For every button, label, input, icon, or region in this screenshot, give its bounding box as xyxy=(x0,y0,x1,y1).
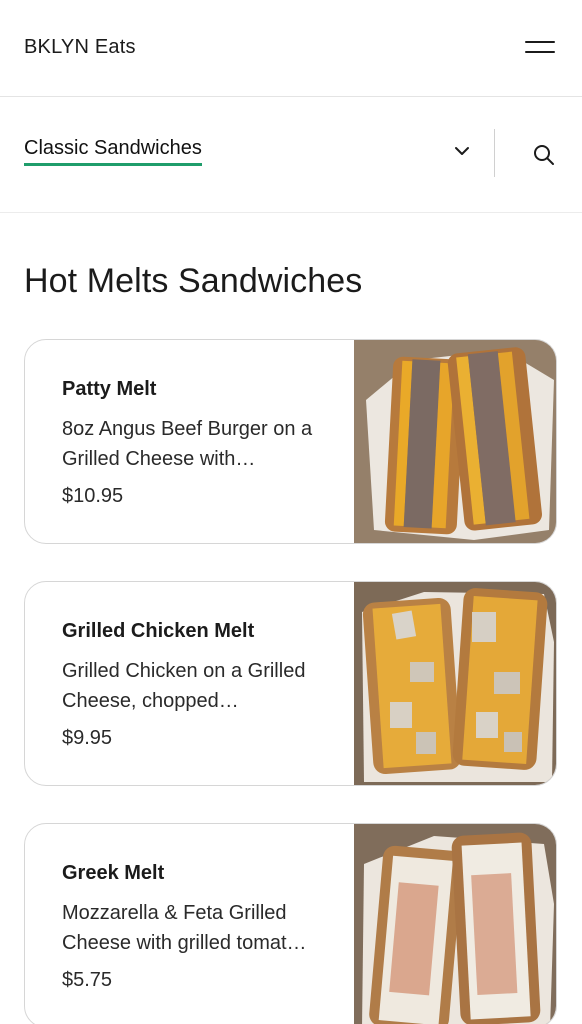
category-dropdown[interactable]: Classic Sandwiches xyxy=(24,133,476,173)
menu-item-description: Grilled Chicken on a Grilled Cheese, cho… xyxy=(62,660,306,712)
menu-item-card[interactable]: Greek Melt Mozzarella & Feta Grilled Che… xyxy=(24,823,557,1024)
search-icon xyxy=(534,145,554,165)
menu-item-price: $9.95 xyxy=(62,727,113,749)
menu-item-description: Mozzarella & Feta Grilled Cheese with gr… xyxy=(62,902,307,954)
chevron-down-icon xyxy=(455,147,469,155)
menu-item-text: Greek Melt Mozzarella & Feta Grilled Che… xyxy=(62,860,342,992)
menu-item-text: Patty Melt 8oz Angus Beef Burger on a Gr… xyxy=(62,376,342,508)
menu-item-name: Greek Melt xyxy=(62,862,165,884)
divider xyxy=(494,129,495,177)
menu-item-card[interactable]: Patty Melt 8oz Angus Beef Burger on a Gr… xyxy=(24,339,557,544)
menu-item-name: Grilled Chicken Melt xyxy=(62,620,255,642)
hamburger-menu-icon[interactable] xyxy=(518,32,562,62)
menu-item-price: $10.95 xyxy=(62,485,124,507)
patty-melt-photo xyxy=(354,340,556,543)
page: BKLYN Eats Classic Sandwiches Hot Melts … xyxy=(0,0,582,1024)
menu-item-price: $5.75 xyxy=(62,969,113,991)
menu-item-name: Patty Melt xyxy=(62,378,157,400)
selected-category-label: Classic Sandwiches xyxy=(24,137,202,166)
greek-melt-photo xyxy=(354,824,556,1024)
category-bar: Classic Sandwiches xyxy=(0,97,582,213)
brand-title[interactable]: BKLYN Eats xyxy=(24,36,136,59)
menu-line xyxy=(525,41,555,43)
section-title: Hot Melts Sandwiches xyxy=(24,262,363,300)
menu-item-card[interactable]: Grilled Chicken Melt Grilled Chicken on … xyxy=(24,581,557,786)
top-bar: BKLYN Eats xyxy=(0,0,582,97)
menu-item-text: Grilled Chicken Melt Grilled Chicken on … xyxy=(62,618,342,750)
search-button[interactable] xyxy=(526,137,562,173)
grilled-chicken-melt-photo xyxy=(354,582,556,785)
menu-line xyxy=(525,51,555,53)
menu-item-description: 8oz Angus Beef Burger on a Grilled Chees… xyxy=(62,418,313,470)
